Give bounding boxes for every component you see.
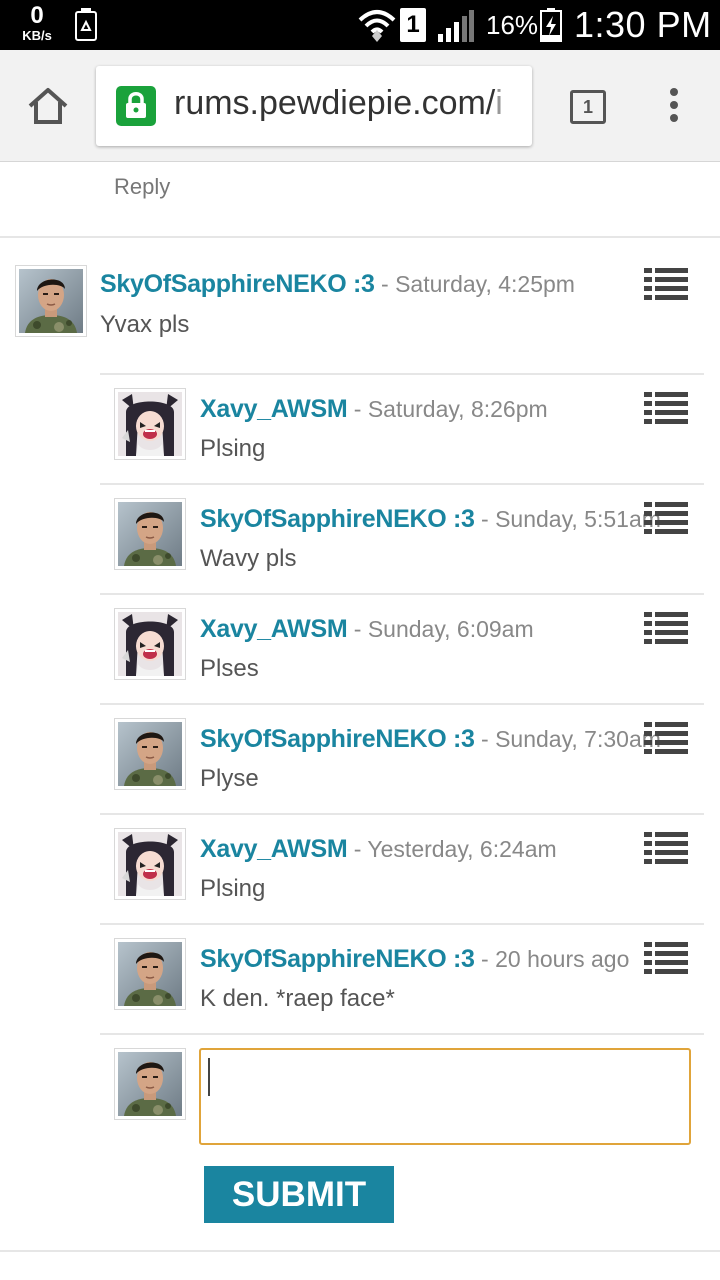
comment-timestamp: Sunday, 7:30am (495, 726, 661, 752)
address-bar[interactable]: rums.pewdiepie.com/i (96, 66, 532, 146)
recycle-notification-icon (75, 8, 97, 41)
signal-strength-icon (438, 10, 474, 42)
divider (100, 593, 704, 595)
comment-author[interactable]: SkyOfSapphireNEKO :3 (200, 505, 475, 533)
meta-separator: - (347, 396, 368, 422)
meta-separator: - (374, 271, 396, 297)
comment-text: Plyse (200, 765, 259, 792)
comment-text: Plses (200, 655, 259, 682)
comment-meta: SkyOfSapphireNEKO :3 - Sunday, 7:30am (200, 725, 661, 754)
divider (100, 813, 704, 815)
reply-link[interactable]: Reply (114, 174, 170, 200)
divider (100, 923, 704, 925)
divider (0, 236, 720, 238)
comment-meta: SkyOfSapphireNEKO :3 - Sunday, 5:51am (200, 505, 661, 534)
text-caret (208, 1058, 210, 1096)
comment-timestamp: Saturday, 4:25pm (395, 271, 575, 297)
tab-switcher-button[interactable]: 1 (570, 90, 606, 124)
comment-timestamp: Yesterday, 6:24am (367, 836, 557, 862)
meta-separator: - (474, 946, 496, 972)
avatar[interactable] (114, 718, 186, 790)
divider (100, 483, 704, 485)
avatar[interactable] (114, 498, 186, 570)
comment-text: K den. *raep face* (200, 985, 395, 1012)
wifi-icon (358, 10, 396, 42)
divider (100, 1033, 704, 1035)
comment-author[interactable]: Xavy_AWSM (200, 615, 348, 643)
url-overflow: i (495, 84, 503, 122)
current-user-avatar (114, 1048, 186, 1120)
submit-button[interactable]: SUBMIT (204, 1166, 394, 1223)
comment-options-icon[interactable] (644, 268, 688, 302)
comment-meta: SkyOfSapphireNEKO :3 - 20 hours ago (200, 945, 629, 974)
network-speed-unit: KB/s (22, 28, 52, 43)
comment-text: Plsing (200, 875, 266, 902)
battery-percent: 16% (486, 10, 539, 40)
avatar[interactable] (114, 608, 186, 680)
comment-timestamp: Saturday, 8:26pm (367, 396, 548, 422)
avatar[interactable] (114, 388, 186, 460)
comment-timestamp: 20 hours ago (495, 946, 630, 972)
comment-options-icon[interactable] (644, 392, 688, 426)
divider (0, 1250, 720, 1252)
battery-charging-icon (540, 8, 562, 42)
meta-separator: - (474, 726, 496, 752)
divider (100, 373, 704, 375)
status-bar: 0 KB/s 1 16% 1:30 PM (0, 0, 720, 50)
reply-textarea[interactable] (199, 1048, 691, 1145)
comment-timestamp: Sunday, 6:09am (367, 616, 534, 642)
comment-options-icon[interactable] (644, 502, 688, 536)
meta-separator: - (347, 616, 368, 642)
avatar[interactable] (114, 828, 186, 900)
home-icon[interactable] (26, 84, 70, 128)
comment-author[interactable]: Xavy_AWSM (200, 395, 348, 423)
comment-text: Yvax pls (100, 311, 190, 338)
lock-icon (116, 86, 156, 126)
avatar[interactable] (114, 938, 186, 1010)
comment-author[interactable]: SkyOfSapphireNEKO :3 (200, 945, 475, 973)
comment-meta: Xavy_AWSM - Saturday, 8:26pm (200, 395, 548, 424)
comment-author[interactable]: SkyOfSapphireNEKO :3 (100, 270, 375, 298)
clock: 1:30 PM (574, 4, 712, 45)
comment-author[interactable]: Xavy_AWSM (200, 835, 348, 863)
comment-options-icon[interactable] (644, 722, 688, 756)
comment-timestamp: Sunday, 5:51am (495, 506, 661, 532)
divider (100, 703, 704, 705)
comment-text: Wavy pls (200, 545, 297, 572)
comment-meta: Xavy_AWSM - Sunday, 6:09am (200, 615, 534, 644)
comment-text: Plsing (200, 435, 266, 462)
url-text: rums.pewdiepie.com/i (174, 84, 503, 123)
comment-options-icon[interactable] (644, 942, 688, 976)
network-speed-value: 0 (30, 2, 44, 29)
comment-options-icon[interactable] (644, 832, 688, 866)
comment-meta: Xavy_AWSM - Yesterday, 6:24am (200, 835, 557, 864)
url-main: rums.pewdiepie.com/ (174, 84, 496, 122)
browser-toolbar: rums.pewdiepie.com/i 1 (0, 50, 720, 162)
comment-options-icon[interactable] (644, 612, 688, 646)
comment-author[interactable]: SkyOfSapphireNEKO :3 (200, 725, 475, 753)
meta-separator: - (474, 506, 496, 532)
avatar[interactable] (15, 265, 87, 337)
network-speed: 0 KB/s (14, 2, 60, 43)
sim-slot-indicator: 1 (400, 8, 426, 42)
meta-separator: - (347, 836, 368, 862)
overflow-menu-icon[interactable] (664, 88, 684, 128)
comment-meta: SkyOfSapphireNEKO :3 - Saturday, 4:25pm (100, 270, 575, 299)
